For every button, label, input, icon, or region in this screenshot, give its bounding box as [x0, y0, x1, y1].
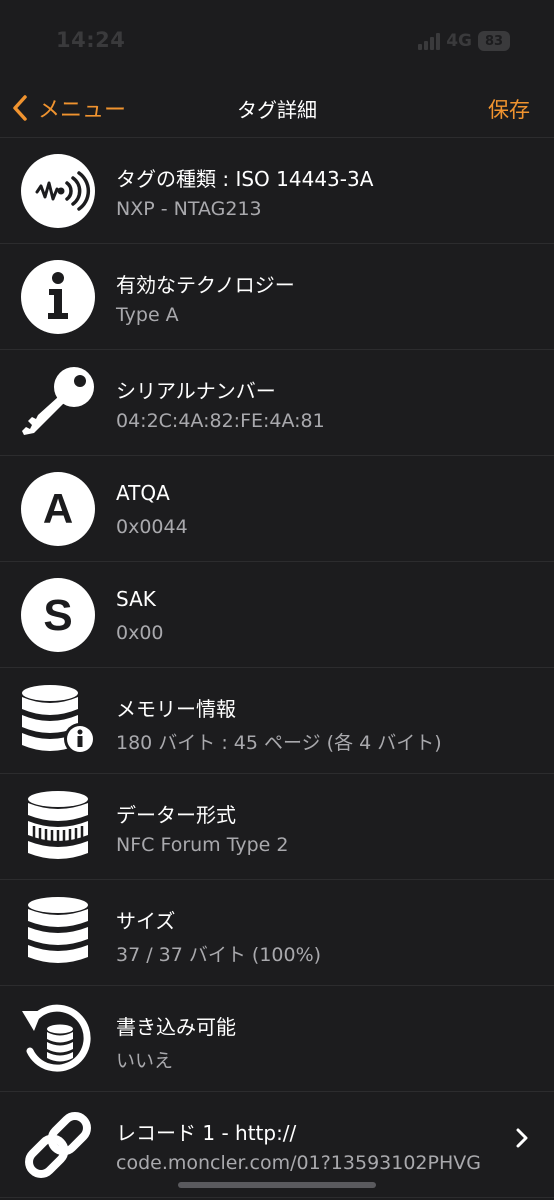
info-icon: [21, 260, 95, 334]
row-title: メモリー情報: [116, 697, 236, 721]
letter-s-icon: S: [21, 578, 95, 652]
row-value: 37 / 37 バイト (100%): [116, 944, 322, 966]
row-value: いいえ: [116, 1050, 174, 1072]
row-value: Type A: [116, 304, 179, 326]
sak-row: S SAK 0x00: [0, 562, 554, 668]
status-bar: 14:24 4G 83: [0, 0, 554, 80]
nfc-signal-icon: [21, 154, 95, 228]
svg-text:A: A: [43, 485, 73, 532]
signal-strength-icon: [418, 32, 441, 50]
row-value: NXP - NTAG213: [116, 198, 262, 220]
tag-type-row: タグの種類 : ISO 14443-3A NXP - NTAG213: [0, 138, 554, 244]
memory-info-row: メモリー情報 180 バイト : 45 ページ (各 4 バイト): [0, 668, 554, 774]
page-title: タグ詳細: [237, 98, 317, 122]
row-value: code.moncler.com/01?13593102PHVG: [116, 1152, 481, 1174]
row-value: 180 バイト : 45 ページ (各 4 バイト): [116, 732, 442, 754]
battery-icon: 83: [478, 31, 510, 51]
database-icon: [28, 897, 88, 963]
navigation-bar: メニュー タグ詳細 保存: [0, 80, 554, 136]
status-time: 14:24: [56, 28, 126, 52]
data-format-row: データー形式 NFC Forum Type 2: [0, 774, 554, 880]
row-value: 0x00: [116, 622, 164, 644]
row-value: 04:2C:4A:82:FE:4A:81: [116, 410, 325, 432]
row-title: タグの種類 : ISO 14443-3A: [116, 167, 374, 191]
row-title: データー形式: [116, 803, 236, 827]
database-info-icon: [22, 685, 96, 755]
row-title: レコード 1 - http://: [116, 1121, 297, 1145]
tag-detail-list: タグの種類 : ISO 14443-3A NXP - NTAG213 有効なテク…: [0, 137, 554, 1198]
row-value: NFC Forum Type 2: [116, 834, 289, 856]
row-title: 有効なテクノロジー: [116, 273, 295, 297]
size-row: サイズ 37 / 37 バイト (100%): [0, 880, 554, 986]
save-button[interactable]: 保存: [488, 94, 530, 124]
row-title: ATQA: [116, 481, 170, 505]
database-rewrite-icon: [22, 1004, 91, 1072]
status-indicators: 4G 83: [418, 31, 510, 51]
row-value: 0x0044: [116, 516, 188, 538]
row-title: SAK: [116, 587, 156, 611]
row-title: 書き込み可能: [116, 1015, 236, 1039]
technologies-row: 有効なテクノロジー Type A: [0, 244, 554, 350]
letter-a-icon: A: [21, 472, 95, 546]
atqa-row: A ATQA 0x0044: [0, 456, 554, 562]
chevron-right-icon: [516, 1128, 528, 1148]
database-format-icon: [28, 791, 88, 859]
row-title: シリアルナンバー: [116, 379, 276, 403]
link-icon: [25, 1112, 91, 1178]
serial-number-row: シリアルナンバー 04:2C:4A:82:FE:4A:81: [0, 350, 554, 456]
home-indicator[interactable]: [178, 1182, 376, 1188]
svg-text:S: S: [43, 591, 72, 640]
key-icon: [22, 367, 94, 435]
row-title: サイズ: [116, 909, 176, 933]
writable-row: 書き込み可能 いいえ: [0, 986, 554, 1092]
network-type: 4G: [446, 31, 472, 51]
